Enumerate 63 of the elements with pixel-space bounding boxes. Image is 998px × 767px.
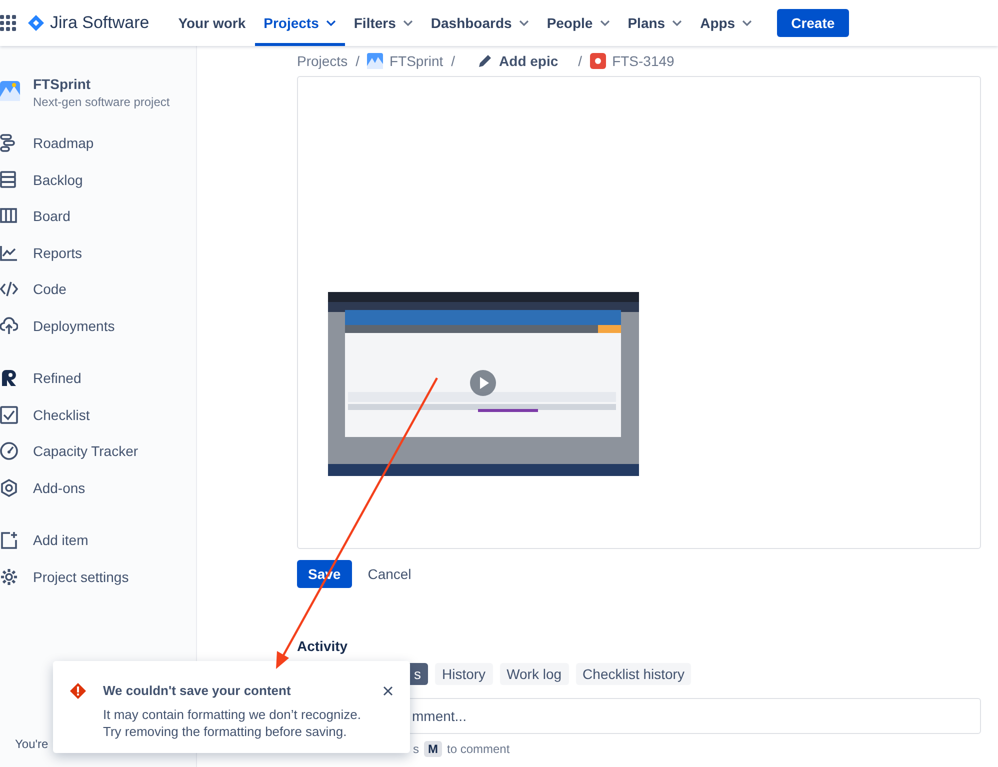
board-icon	[0, 207, 18, 226]
create-button[interactable]: Create	[777, 9, 849, 37]
toast-title: We couldn't save your content	[103, 683, 292, 698]
gauge-icon	[0, 442, 18, 460]
checkbox-icon	[0, 406, 18, 424]
sidebar-item[interactable]: Add-ons	[0, 470, 196, 506]
breadcrumb-link[interactable]: FTSprint	[367, 53, 444, 69]
breadcrumb-link[interactable]: FTS-3149	[590, 53, 674, 69]
keyboard-key: M	[424, 741, 442, 757]
sidebar-item[interactable]: Code	[0, 271, 196, 308]
backlog-icon	[0, 170, 18, 189]
breadcrumb-link[interactable]: Add epic	[477, 53, 558, 69]
nav-item[interactable]: Apps	[691, 0, 762, 46]
sidebar-footer-text: You're	[14, 737, 50, 753]
sidebar-item[interactable]: Deployments	[0, 308, 196, 344]
hint-text: to comment	[447, 742, 510, 756]
editor-field[interactable]	[297, 76, 981, 549]
gear-icon	[0, 568, 18, 586]
add-item-icon	[0, 531, 18, 550]
product-name: Jira Software	[50, 13, 150, 33]
sidebar-item[interactable]: Reports	[0, 234, 196, 271]
project-name[interactable]: FTSprint	[33, 76, 170, 92]
sidebar-item[interactable]: Roadmap	[0, 125, 196, 162]
play-button-icon	[470, 370, 496, 396]
sidebar-item[interactable]: Backlog	[0, 162, 196, 198]
pencil-icon	[477, 53, 494, 69]
project-avatar-icon	[367, 53, 384, 69]
section-heading: Activity	[297, 638, 349, 654]
breadcrumb-link[interactable]: Projects	[297, 53, 348, 69]
roadmap-icon	[0, 134, 18, 152]
code-icon	[0, 280, 18, 298]
project-type: Next-gen software project	[33, 95, 170, 109]
sidebar-item[interactable]: Checklist	[0, 396, 196, 433]
cancel-button[interactable]: Cancel	[356, 560, 424, 588]
activity-tab[interactable]: History	[435, 663, 493, 685]
nav-item[interactable]: Projects	[254, 0, 345, 46]
app-switcher-icon[interactable]	[0, 15, 16, 31]
nav-item[interactable]: People	[538, 0, 619, 46]
activity-tab[interactable]: Work log	[500, 663, 569, 685]
nav-item[interactable]: Plans	[618, 0, 692, 46]
breadcrumb-separator: /	[356, 53, 360, 69]
issue-type-icon	[590, 53, 606, 69]
nav-item[interactable]: Dashboards	[422, 0, 538, 46]
hint-text: s	[413, 742, 419, 756]
cloud-upload-icon	[0, 316, 18, 335]
toast-message: It may contain formatting we don’t recognize. Try removing the formatting before saving.	[103, 706, 362, 740]
chart-icon	[0, 244, 18, 262]
hexagon-icon	[0, 478, 18, 497]
sidebar-item[interactable]: Project settings	[0, 558, 196, 595]
jira-logo[interactable]: Jira Software	[28, 13, 150, 33]
sidebar-item[interactable]: Add item	[0, 522, 196, 558]
diamond-icon	[28, 15, 44, 31]
project-avatar-icon	[0, 81, 20, 101]
breadcrumb-separator: /	[451, 53, 456, 69]
nav-item[interactable]: Your work	[169, 0, 255, 46]
error-icon	[70, 683, 86, 699]
close-icon	[383, 686, 393, 696]
sidebar-item[interactable]: Board	[0, 198, 196, 234]
nav-item[interactable]: Filters	[344, 0, 422, 46]
activity-tab[interactable]: Checklist history	[576, 663, 692, 685]
breadcrumb-separator: /	[578, 53, 582, 69]
sidebar-item[interactable]: Refined	[0, 360, 196, 396]
sidebar-item[interactable]: Capacity Tracker	[0, 433, 196, 470]
